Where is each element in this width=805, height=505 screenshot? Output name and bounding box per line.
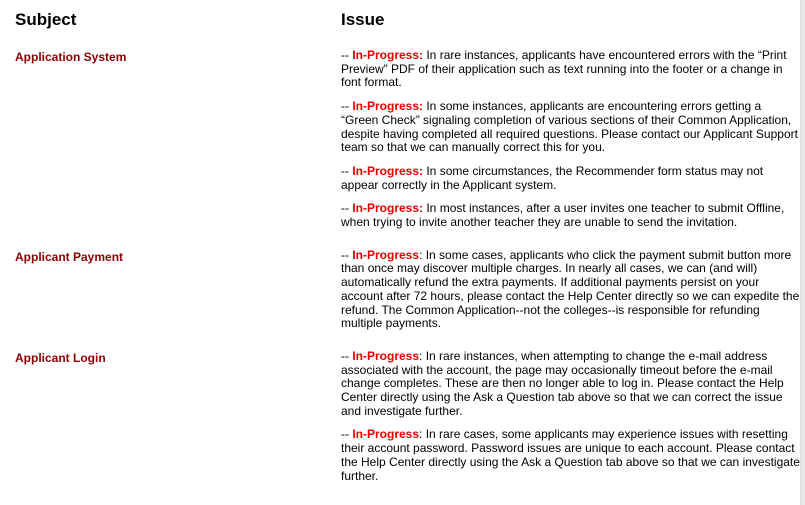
issue-column-header: Issue xyxy=(341,10,385,29)
issue-item: -- In-Progress: In rare cases, some appl… xyxy=(341,428,801,483)
subject-label: Applicant Login xyxy=(15,350,106,365)
issue-prefix: -- xyxy=(341,48,353,62)
issue-item: -- In-Progress: In most instances, after… xyxy=(341,201,801,229)
issue-prefix: -- xyxy=(341,247,353,262)
issue-prefix: -- xyxy=(341,201,353,216)
issue-prefix: -- xyxy=(341,427,353,442)
issue-section: Application System -- In-Progress: In rar… xyxy=(0,40,800,230)
issue-item: -- In-Progress: In rare instances, appli… xyxy=(341,48,801,90)
known-issues-page: Subject Issue Application System -- In-Pr… xyxy=(0,0,800,493)
issue-prefix: -- xyxy=(341,348,353,363)
status-badge: In-Progress: xyxy=(352,48,424,62)
subject-label: Applicant Payment xyxy=(15,249,124,264)
issue-prefix: -- xyxy=(341,99,353,114)
status-badge: In-Progress xyxy=(352,427,420,442)
subject-column-header: Subject xyxy=(15,10,77,29)
status-badge: In-Progress: xyxy=(352,163,424,178)
issue-item: -- In-Progress: In some circumstances, t… xyxy=(341,163,801,192)
issue-section: Applicant Payment -- In-Progress: In some… xyxy=(0,240,800,331)
issues-table: Application System -- In-Progress: In rar… xyxy=(0,40,800,483)
table-header: Subject Issue xyxy=(0,0,800,40)
status-badge: In-Progress xyxy=(352,348,420,363)
issue-prefix: -- xyxy=(341,163,353,178)
issue-item: -- In-Progress: In some instances, appli… xyxy=(341,99,801,155)
issue-item: -- In-Progress: In some cases, applicant… xyxy=(341,247,801,331)
status-badge: In-Progress: xyxy=(352,201,424,216)
scrollbar[interactable] xyxy=(800,0,805,505)
subject-label: Application System xyxy=(15,50,127,64)
issue-list: -- In-Progress: In rare instances, appli… xyxy=(341,40,801,230)
status-badge: In-Progress xyxy=(352,247,420,262)
issue-list: -- In-Progress: In some cases, applicant… xyxy=(341,240,801,331)
issue-list: -- In-Progress: In rare instances, when … xyxy=(341,341,801,483)
issue-section: Applicant Login -- In-Progress: In rare i… xyxy=(0,341,800,483)
status-badge: In-Progress: xyxy=(352,99,424,114)
issue-item: -- In-Progress: In rare instances, when … xyxy=(341,348,801,419)
